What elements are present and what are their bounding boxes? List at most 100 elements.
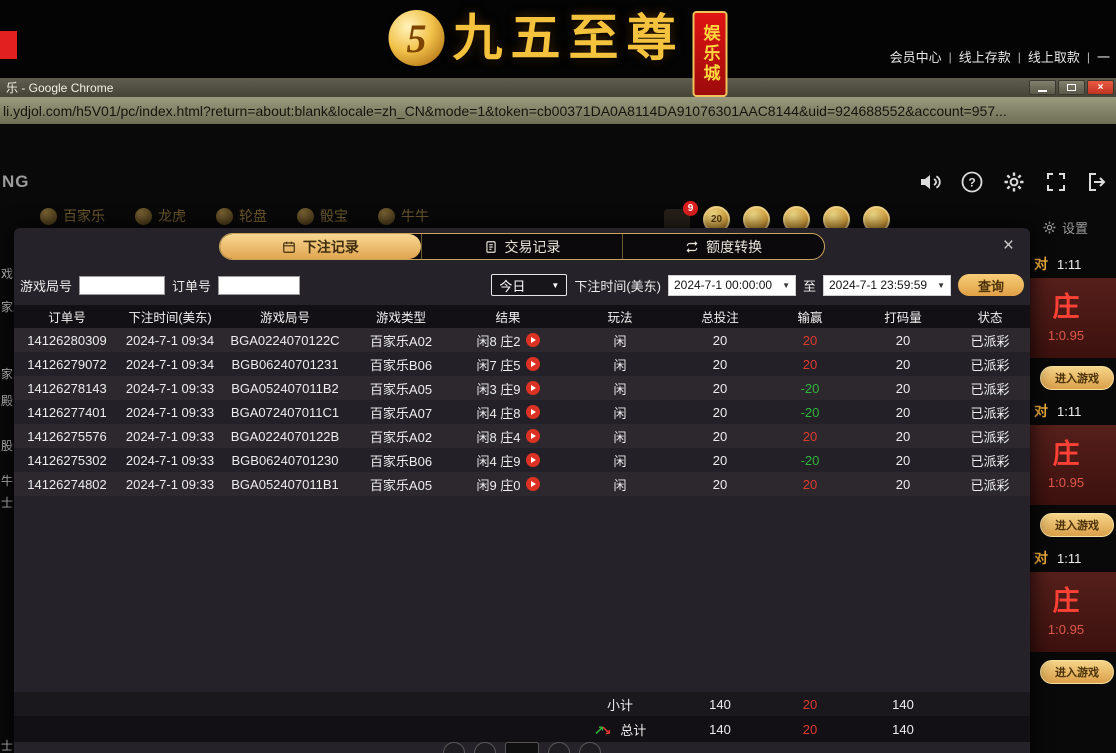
date-from-select[interactable]: 2024-7-1 00:00:00 ▼: [668, 275, 796, 296]
bet-record-row: 141262803092024-7-1 09:34BGA0224070122C百…: [14, 328, 1030, 352]
enter-game-button[interactable]: 进入游戏: [1040, 660, 1114, 684]
play-video-icon[interactable]: [526, 381, 540, 395]
cell-winloss: -20: [764, 453, 856, 468]
cell-total-bet: 20: [676, 333, 764, 348]
pair-bet-label: 对: [1034, 254, 1048, 274]
col-header: 订单号: [14, 307, 120, 326]
cell-time: 2024-7-1 09:33: [120, 381, 220, 396]
pair-bet-label: 对: [1034, 401, 1048, 421]
cell-result: 闲9 庄0: [452, 475, 564, 494]
document-icon: [484, 240, 498, 254]
cell-order: 14126279072: [14, 357, 120, 372]
query-button[interactable]: 查询: [958, 274, 1024, 296]
cell-round: BGA072407011C1: [220, 405, 350, 420]
col-header: 玩法: [564, 307, 676, 326]
cell-wager: 20: [856, 453, 950, 468]
tab-bet-records[interactable]: 下注记录: [220, 234, 421, 259]
game-round-input[interactable]: [79, 276, 165, 295]
total-label: 总计: [620, 723, 646, 738]
total-bet: 140: [676, 722, 764, 737]
page-prev-button[interactable]: [474, 742, 496, 753]
subtotal-label: 小计: [564, 695, 676, 714]
header-link[interactable]: 会员中心: [890, 47, 942, 66]
enter-game-button[interactable]: 进入游戏: [1040, 366, 1114, 390]
page-next-button[interactable]: [548, 742, 570, 753]
exit-icon[interactable]: [1086, 170, 1110, 194]
cell-time: 2024-7-1 09:34: [120, 357, 220, 372]
page-number-box[interactable]: [505, 742, 539, 753]
date-to-value: 2024-7-1 23:59:59: [829, 278, 927, 292]
logo-coin-icon: 5: [389, 10, 445, 66]
tab-label: 交易记录: [505, 237, 561, 257]
header-link[interactable]: 线上存款: [959, 47, 1011, 66]
tab-credit-transfer[interactable]: 额度转换: [622, 234, 824, 259]
cell-round: BGA0224070122B: [220, 429, 350, 444]
pair-odds: 1:11: [1057, 551, 1081, 566]
date-preset-select[interactable]: 今日 ▼: [491, 274, 567, 296]
cell-wager: 20: [856, 429, 950, 444]
clipped-menu-label: 家乐: [1, 365, 14, 382]
bet-record-row: 141262790722024-7-1 09:34BGB06240701231百…: [14, 352, 1030, 376]
col-header: 游戏类型: [350, 307, 452, 326]
col-header: 打码量: [856, 307, 950, 326]
cell-play: 闲: [564, 475, 676, 494]
close-icon[interactable]: ×: [1003, 236, 1014, 255]
play-video-icon[interactable]: [526, 405, 540, 419]
cell-winloss: 20: [764, 477, 856, 492]
fullscreen-icon[interactable]: [1044, 170, 1068, 194]
table-header-row: 订单号 下注时间(美东) 游戏局号 游戏类型 结果 玩法 总投注 输赢 打码量 …: [14, 305, 1030, 328]
modal-tabbar: 下注记录 交易记录 额度转换: [219, 233, 825, 260]
clipped-menu-label: 殿: [1, 392, 13, 409]
game-category-icon: [135, 208, 152, 225]
cell-game-type: 百家乐A05: [350, 379, 452, 398]
gear-small-icon: [1042, 220, 1057, 235]
bet-record-row: 141262755762024-7-1 09:33BGA0224070122B百…: [14, 424, 1030, 448]
cell-round: BGB06240701231: [220, 357, 350, 372]
page-last-button[interactable]: [579, 742, 601, 753]
cell-time: 2024-7-1 09:33: [120, 477, 220, 492]
banker-label: 庄: [1053, 588, 1080, 615]
cell-game-type: 百家乐A05: [350, 475, 452, 494]
site-header: 5 九五至尊 娱乐城 会员中心|线上存款|线上取款|一: [0, 0, 1116, 78]
background-window-fragment: [0, 31, 17, 59]
banker-odds-panel: 庄1:0.95: [1016, 278, 1116, 358]
cell-round: BGB06240701230: [220, 453, 350, 468]
refresh-arrows-icon[interactable]: ↗↘: [594, 723, 612, 739]
cell-result: 闲7 庄5: [452, 355, 564, 374]
cell-play: 闲: [564, 403, 676, 422]
browser-urlbar[interactable]: li.ydjol.com/h5V01/pc/index.html?return=…: [0, 97, 1116, 124]
game-nav-item[interactable]: 龙虎: [135, 206, 186, 226]
play-video-icon[interactable]: [526, 429, 540, 443]
play-video-icon[interactable]: [526, 477, 540, 491]
tab-transaction-records[interactable]: 交易记录: [421, 234, 623, 259]
header-link[interactable]: 线上取款: [1028, 47, 1080, 66]
cell-total-bet: 20: [676, 477, 764, 492]
date-to-select[interactable]: 2024-7-1 23:59:59 ▼: [823, 275, 951, 296]
banker-label: 庄: [1053, 294, 1080, 321]
enter-game-button[interactable]: 进入游戏: [1040, 513, 1114, 537]
game-nav-item[interactable]: 牛牛: [378, 206, 429, 226]
game-nav-item[interactable]: 轮盘: [216, 206, 267, 226]
cell-status: 已派彩: [950, 475, 1030, 494]
play-video-icon[interactable]: [526, 357, 540, 371]
play-video-icon[interactable]: [526, 333, 540, 347]
cell-result: 闲8 庄2: [452, 331, 564, 350]
header-link[interactable]: 一: [1097, 47, 1110, 66]
game-category-icon: [40, 208, 57, 225]
volume-icon[interactable]: [918, 170, 942, 194]
play-video-icon[interactable]: [526, 453, 540, 467]
settings-button[interactable]: 设置: [1042, 218, 1088, 237]
maximize-icon[interactable]: [1058, 80, 1085, 95]
url-text[interactable]: li.ydjol.com/h5V01/pc/index.html?return=…: [0, 103, 1007, 119]
order-number-input[interactable]: [218, 276, 300, 295]
close-window-icon[interactable]: ×: [1087, 80, 1114, 95]
cell-order: 14126278143: [14, 381, 120, 396]
gear-icon[interactable]: [1002, 170, 1026, 194]
logo-text: 九五至尊: [453, 2, 685, 74]
cell-status: 已派彩: [950, 403, 1030, 422]
game-nav-item[interactable]: 百家乐: [40, 206, 105, 226]
game-nav-item[interactable]: 骰宝: [297, 206, 348, 226]
minimize-icon[interactable]: [1029, 80, 1056, 95]
page-first-button[interactable]: [443, 742, 465, 753]
help-icon[interactable]: ?: [960, 170, 984, 194]
